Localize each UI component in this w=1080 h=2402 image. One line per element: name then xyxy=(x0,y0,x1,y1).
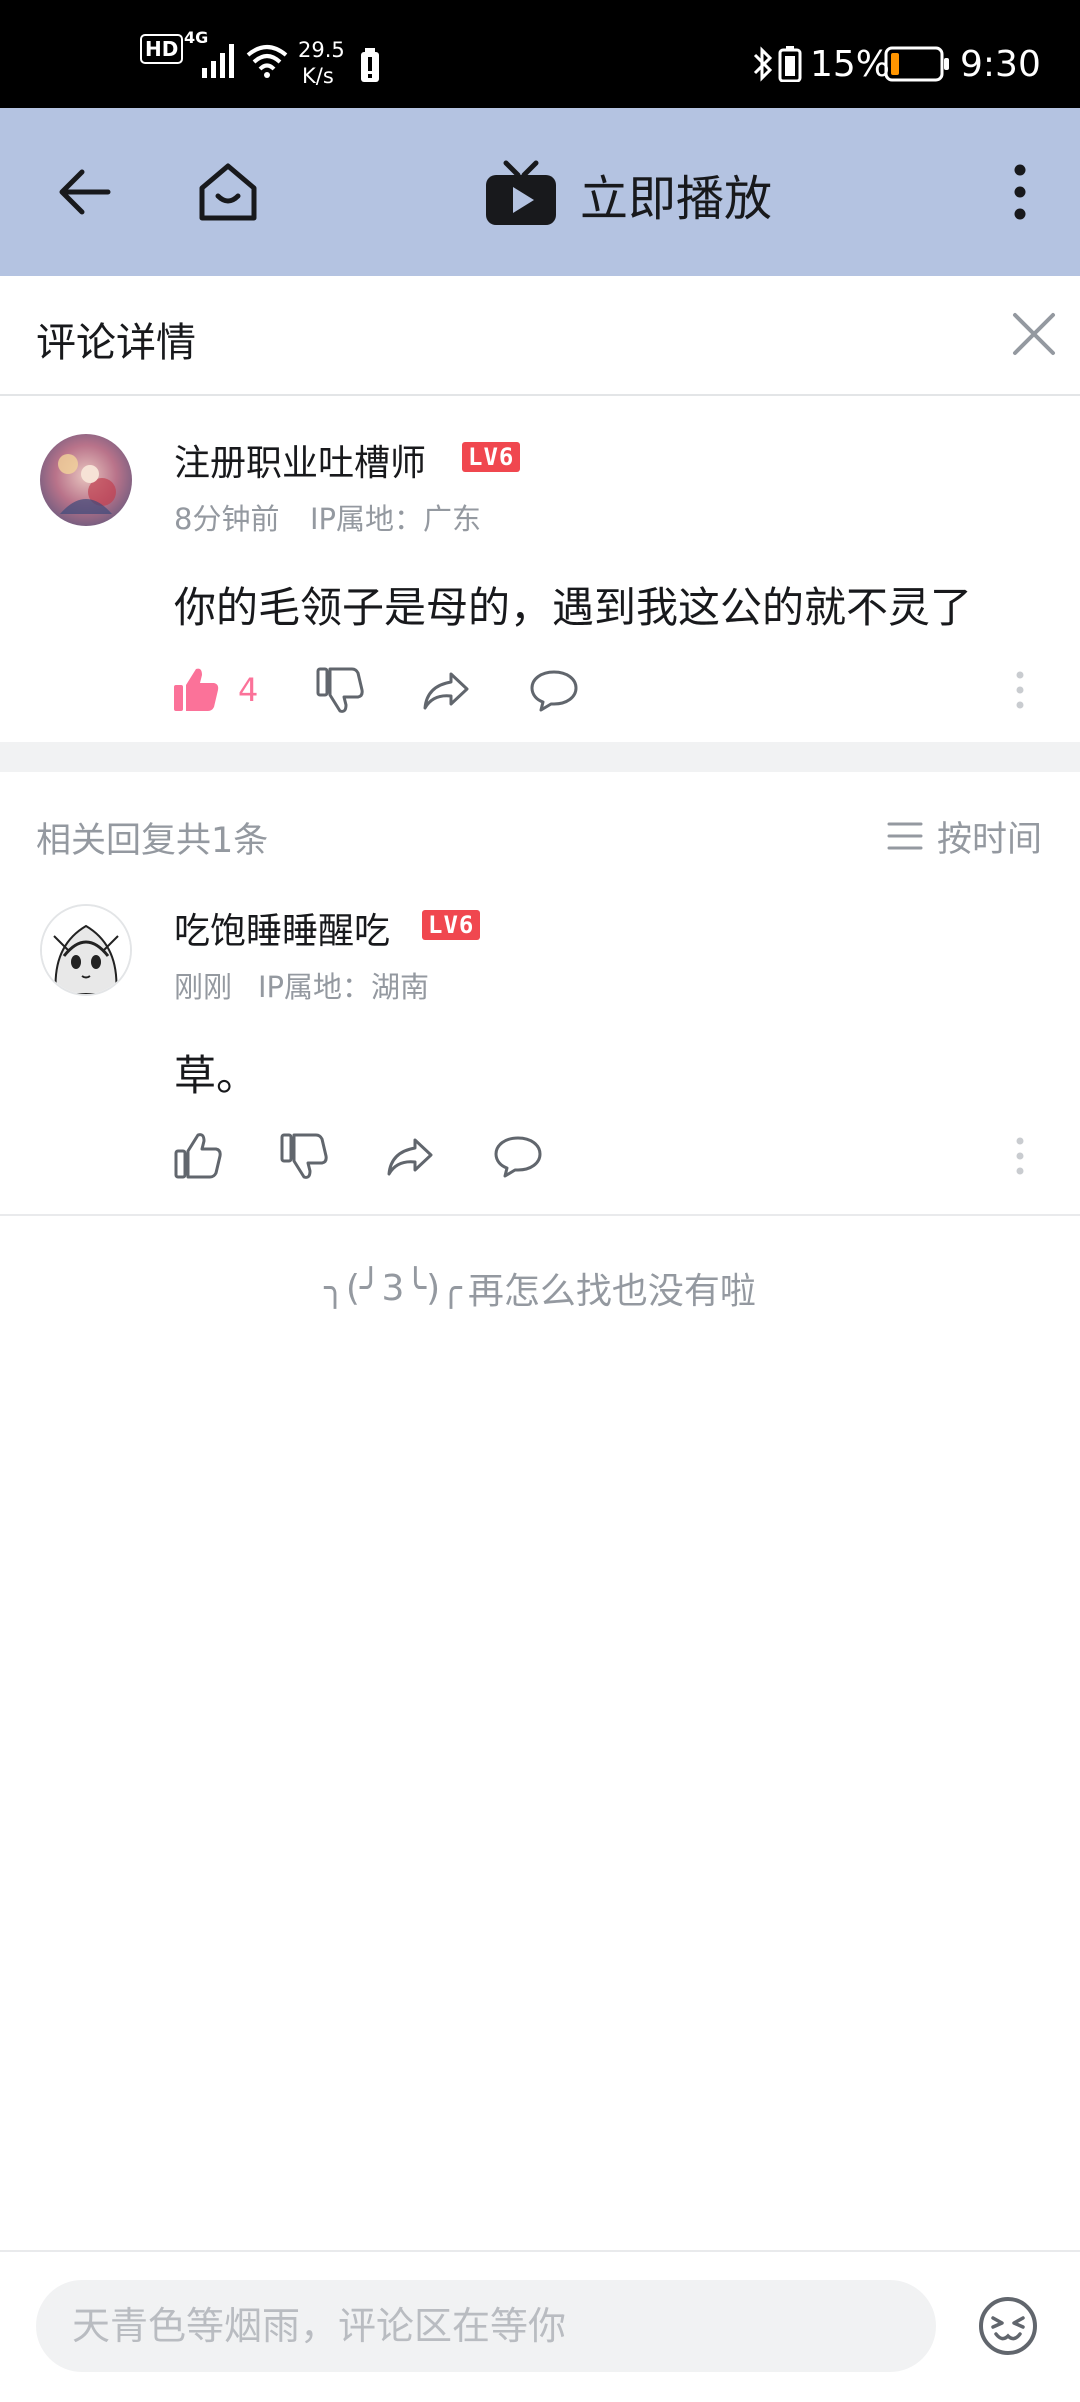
reply-avatar[interactable] xyxy=(40,904,132,996)
reply-username[interactable]: 吃饱睡睡醒吃 xyxy=(174,902,390,954)
end-of-list-message: ╮(╯3╰)╭ 再怎么找也没有啦 xyxy=(0,1262,1080,1314)
clock: 9:30 xyxy=(960,44,1041,85)
thumbs-up-icon xyxy=(174,668,219,711)
reply-content: 草。 xyxy=(174,1051,259,1100)
sort-label: 按时间 xyxy=(936,819,1042,860)
share-icon xyxy=(387,1138,433,1176)
reply-button[interactable] xyxy=(524,660,584,720)
emoji-icon xyxy=(979,2297,1037,2355)
reply-share-button[interactable] xyxy=(380,1126,440,1186)
play-now-button[interactable]: 立即播放 xyxy=(484,154,772,234)
wifi-icon xyxy=(246,45,288,78)
more-button[interactable] xyxy=(990,152,1050,232)
avatar[interactable] xyxy=(40,434,132,526)
tv-play-icon xyxy=(486,160,556,225)
thumbs-down-icon xyxy=(280,1133,328,1179)
more-vertical-icon xyxy=(1016,1137,1024,1175)
close-button[interactable] xyxy=(1004,304,1064,364)
bluetooth-icon xyxy=(753,46,773,82)
end-message-text: 再怎么找也没有啦 xyxy=(467,1271,756,1312)
battery-percent: 15% xyxy=(810,44,891,85)
page-title: 评论详情 xyxy=(36,320,196,366)
device-battery-icon xyxy=(778,46,802,82)
ip-location: IP属地：广东 xyxy=(310,502,482,536)
comment-detail-header: 评论详情 xyxy=(0,276,1080,396)
reply-reply-button[interactable] xyxy=(488,1126,548,1186)
thumbs-up-icon xyxy=(174,1133,222,1179)
level-badge: LV6 xyxy=(462,442,521,472)
signal-icon xyxy=(202,44,234,78)
list-divider xyxy=(0,1214,1080,1216)
more-vertical-icon xyxy=(1016,671,1024,709)
net-speed-value: 29.5 xyxy=(298,38,345,62)
comment-bubble-icon xyxy=(494,1136,542,1178)
comment-time: 8分钟前 xyxy=(174,502,280,536)
share-icon xyxy=(423,672,469,710)
reply-dislike-button[interactable] xyxy=(274,1126,334,1186)
title-bar: 立即播放 xyxy=(0,108,1080,276)
close-icon xyxy=(1013,313,1055,355)
home-icon xyxy=(199,163,257,221)
section-divider xyxy=(0,742,1080,772)
reply-ip-location: IP属地：湖南 xyxy=(258,970,430,1004)
reply-like-button[interactable] xyxy=(168,1126,228,1186)
like-button[interactable]: 4 xyxy=(172,658,258,722)
reply-time: 刚刚 xyxy=(174,970,233,1004)
more-vertical-icon xyxy=(1014,164,1026,220)
comment-input[interactable] xyxy=(36,2280,936,2372)
comment-content: 你的毛领子是母的，遇到我这公的就不灵了 xyxy=(174,583,973,632)
reply-more-button[interactable] xyxy=(990,1126,1050,1186)
username[interactable]: 注册职业吐槽师 xyxy=(174,434,426,486)
play-now-label: 立即播放 xyxy=(580,171,773,227)
like-count: 4 xyxy=(238,671,259,709)
net-speed-unit: K/s xyxy=(302,64,334,88)
battery-icon xyxy=(884,46,949,82)
back-button[interactable] xyxy=(44,152,124,232)
comment-bubble-icon xyxy=(530,670,578,712)
thumbs-down-icon xyxy=(316,667,364,713)
battery-alert-icon xyxy=(361,48,379,82)
replies-count-label: 相关回复共1条 xyxy=(36,821,269,861)
hd-indicator: HD xyxy=(140,34,184,64)
status-bar: HD 4G 29.5 K/s 15% 9:30 xyxy=(0,0,1080,108)
share-button[interactable] xyxy=(416,660,476,720)
sort-button[interactable]: 按时间 xyxy=(887,812,1042,860)
comment-more-button[interactable] xyxy=(990,660,1050,720)
list-sort-icon xyxy=(887,822,923,850)
dislike-button[interactable] xyxy=(310,660,370,720)
back-arrow-icon xyxy=(59,169,111,215)
reply-level-badge: LV6 xyxy=(422,910,481,940)
home-button[interactable] xyxy=(186,150,270,234)
kaomoji: ╮(╯3╰)╭ xyxy=(324,1267,462,1309)
emoji-button[interactable] xyxy=(968,2290,1048,2362)
